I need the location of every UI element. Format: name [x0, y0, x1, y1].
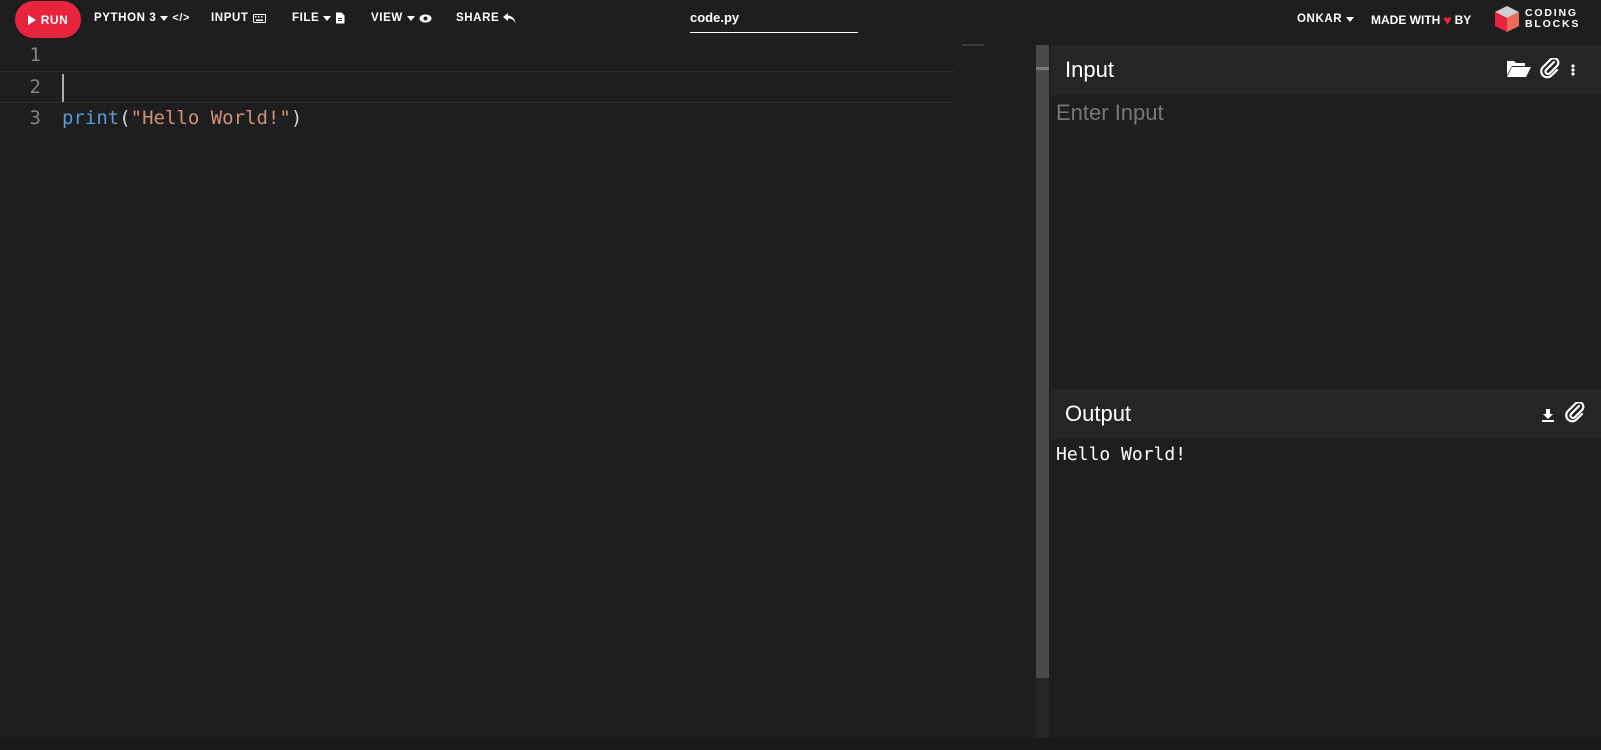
output-text: Hello World! — [1056, 444, 1187, 465]
line-number: 2 — [29, 76, 41, 98]
share-menu-label: SHARE — [456, 12, 500, 24]
by-label: BY — [1454, 13, 1472, 27]
cube-logo-icon — [1494, 5, 1520, 33]
line-code: print("Hello World!") — [62, 107, 302, 129]
code-editor[interactable]: 1 2 3 print("Hello World!") — [0, 40, 1036, 750]
code-string-token: "Hello World!" — [130, 107, 291, 129]
made-with-label: MADE WITH — [1371, 13, 1441, 27]
run-label: RUN — [40, 12, 69, 27]
play-icon — [27, 14, 36, 25]
input-panel-title: Input — [1065, 57, 1114, 82]
text-cursor — [62, 74, 64, 102]
file-menu[interactable]: FILE — [292, 12, 345, 24]
stdin-input[interactable] — [1050, 95, 1601, 389]
file-icon — [335, 12, 345, 24]
filename-field-wrapper — [690, 8, 858, 33]
coding-blocks-logo[interactable]: CODING BLOCKS — [1494, 5, 1580, 33]
stdout-output: Hello World! — [1050, 440, 1601, 740]
scrollbar-track — [1036, 678, 1049, 738]
code-function-token: print — [62, 107, 120, 129]
chevron-down-icon — [406, 15, 415, 21]
view-menu-label: VIEW — [371, 12, 403, 24]
eye-icon — [419, 14, 432, 23]
view-menu[interactable]: VIEW — [371, 12, 432, 24]
logo-text: CODING BLOCKS — [1525, 8, 1580, 30]
file-menu-label: FILE — [292, 12, 320, 24]
run-button[interactable]: RUN — [15, 1, 81, 38]
logo-line-2: BLOCKS — [1525, 18, 1581, 30]
minimap-indicator — [962, 44, 984, 46]
made-with-text: MADE WITH ♥ BY — [1371, 12, 1471, 28]
share-menu[interactable]: SHARE — [456, 12, 516, 24]
line-number: 3 — [29, 107, 41, 129]
chevron-down-icon — [160, 15, 169, 21]
splitter-handle[interactable] — [1036, 67, 1049, 70]
keyboard-icon — [252, 13, 266, 23]
input-panel-header: Input — [1050, 45, 1601, 95]
output-panel-title: Output — [1065, 401, 1132, 426]
paperclip-icon[interactable] — [1565, 401, 1585, 429]
editor-line-active[interactable]: 2 — [0, 71, 955, 103]
share-icon — [503, 12, 516, 24]
line-number: 1 — [29, 44, 41, 66]
user-name: ONKAR — [1297, 13, 1343, 25]
language-label: PYTHON 3 — [94, 12, 157, 24]
paperclip-icon[interactable] — [1540, 57, 1560, 85]
language-menu[interactable]: PYTHON 3 </> — [94, 12, 190, 24]
more-vertical-icon[interactable] — [1571, 60, 1575, 81]
chevron-down-icon — [1346, 16, 1355, 22]
user-menu[interactable]: ONKAR — [1297, 13, 1355, 25]
code-paren-token: ( — [119, 107, 131, 129]
download-icon[interactable] — [1542, 406, 1554, 427]
input-menu-label: INPUT — [211, 12, 249, 24]
editor-line[interactable]: 3 print("Hello World!") — [0, 103, 955, 133]
folder-open-icon[interactable] — [1506, 58, 1532, 83]
filename-input[interactable] — [690, 8, 858, 27]
heart-icon: ♥ — [1443, 12, 1452, 28]
chevron-down-icon — [323, 15, 332, 21]
top-toolbar: RUN PYTHON 3 </> INPUT FILE VIEW SHARE c… — [0, 0, 1601, 40]
splitter-scrollbar[interactable] — [1036, 45, 1049, 678]
bottom-strip — [0, 738, 1601, 750]
editor-line[interactable]: 1 — [0, 40, 955, 70]
output-panel-header: Output — [1050, 389, 1601, 439]
input-menu[interactable]: INPUT — [211, 12, 266, 24]
code-paren-token: ) — [290, 107, 303, 129]
code-icon: </> — [172, 12, 191, 24]
